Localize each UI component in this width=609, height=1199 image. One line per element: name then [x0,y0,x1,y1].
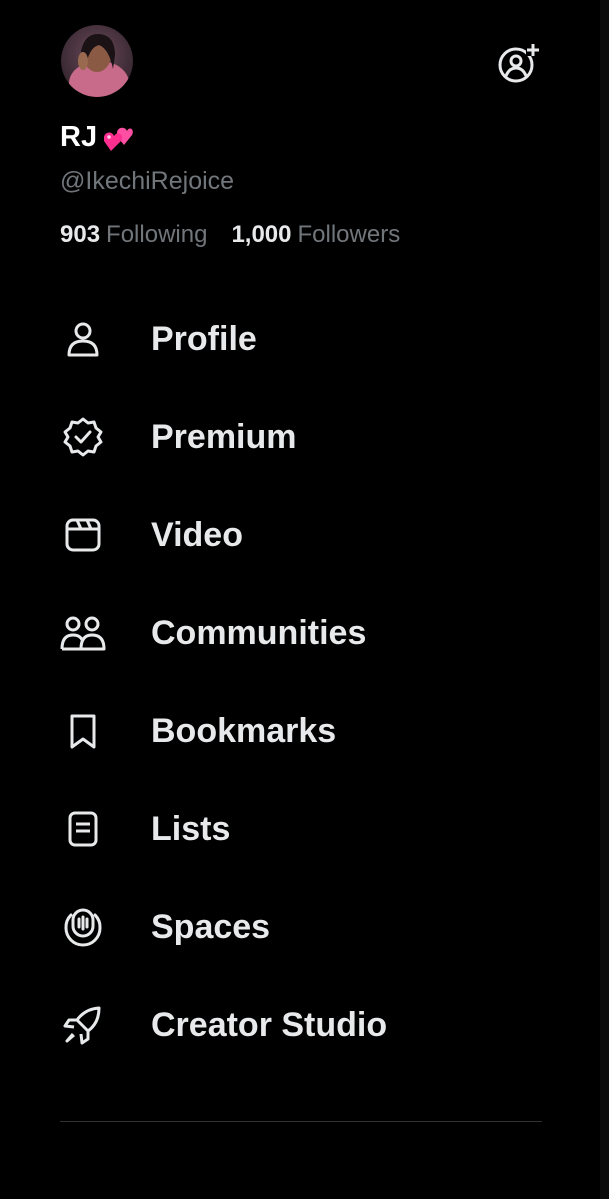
following-link[interactable]: 903 Following [60,218,207,252]
menu-item-communities[interactable]: Communities [0,584,600,682]
drawer-menu: Profile Premium Video Communities Bookma… [0,290,600,1074]
menu-label-video: Video [151,515,243,554]
menu-item-spaces[interactable]: Spaces [0,878,600,976]
add-account-icon [498,42,540,83]
navigation-drawer: RJ @IkechiRejoice 903 Following 1,000 Foll… [0,0,600,1199]
menu-item-creator-studio[interactable]: Creator Studio [0,976,600,1074]
menu-item-video[interactable]: Video [0,486,600,584]
person-icon [59,315,107,363]
follow-stats: 903 Following 1,000 Followers [60,218,400,252]
menu-label-premium: Premium [151,417,297,456]
display-name[interactable]: RJ [60,117,135,157]
verified-badge-icon [59,413,107,461]
menu-label-creator-studio: Creator Studio [151,1005,388,1044]
menu-label-lists: Lists [151,809,231,848]
communities-icon [59,609,107,657]
following-count: 903 [60,221,101,248]
followers-count: 1,000 [231,221,292,248]
bookmark-icon [59,707,107,755]
rocket-icon [59,1001,107,1049]
display-name-text: RJ [60,121,98,153]
menu-label-communities: Communities [151,613,367,652]
add-account-button[interactable] [494,39,542,87]
menu-label-profile: Profile [151,319,257,358]
two-hearts-icon [99,121,135,157]
menu-item-premium[interactable]: Premium [0,388,600,486]
avatar[interactable] [61,25,133,97]
menu-item-bookmarks[interactable]: Bookmarks [0,682,600,780]
menu-label-spaces: Spaces [151,907,271,946]
followers-link[interactable]: 1,000 Followers [231,218,400,252]
menu-label-bookmarks: Bookmarks [151,711,337,750]
spaces-icon [59,903,107,951]
video-icon [59,511,107,559]
underlying-screen-edge[interactable] [600,0,609,1199]
following-label: Following [106,221,208,248]
followers-label: Followers [297,221,401,248]
divider [60,1121,542,1122]
list-icon [59,805,107,853]
menu-item-profile[interactable]: Profile [0,290,600,388]
account-handle[interactable]: @IkechiRejoice [60,164,234,198]
avatar-image [61,25,133,97]
menu-item-lists[interactable]: Lists [0,780,600,878]
